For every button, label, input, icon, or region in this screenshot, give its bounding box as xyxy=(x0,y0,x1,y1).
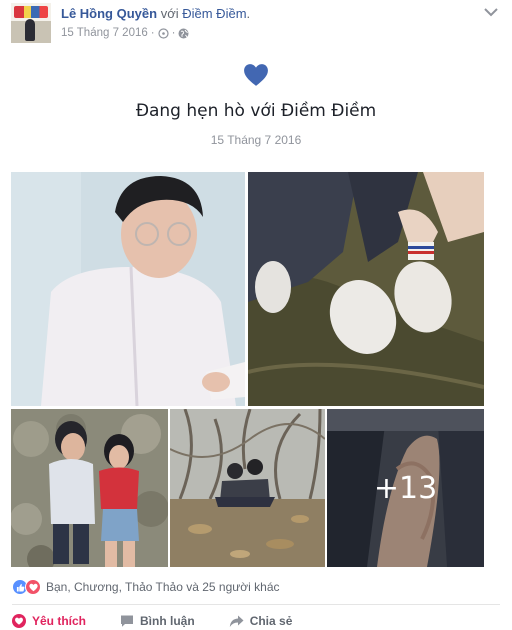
photo-man-reading[interactable] xyxy=(11,172,245,406)
with-text: với xyxy=(160,6,179,21)
share-button-label: Chia sẻ xyxy=(249,614,293,628)
more-photos-count: +13 xyxy=(373,470,438,506)
photo-sneakers-grass[interactable] xyxy=(248,172,484,406)
tagged-friend-link[interactable]: Điềm Điềm xyxy=(182,6,246,21)
comment-button-label: Bình luận xyxy=(140,614,195,628)
life-event-title: Đang hẹn hò với Điềm Điềm xyxy=(135,101,377,121)
photo-holding-hands[interactable]: +13 xyxy=(327,409,484,567)
post-header: Lê Hồng Quyền với Điềm Điềm. 15 Tháng 7 … xyxy=(11,3,501,45)
comment-button[interactable]: Bình luận xyxy=(120,614,195,628)
photo-couple-standing[interactable] xyxy=(11,409,168,567)
avatar-person xyxy=(25,19,35,41)
edit-history-icon[interactable] xyxy=(158,27,169,39)
action-divider xyxy=(12,604,500,605)
life-event-date: 15 Tháng 7 2016 xyxy=(210,133,302,147)
globe-icon[interactable] xyxy=(178,28,189,39)
life-event: Đang hẹn hò với Điềm Điềm 15 Tháng 7 201… xyxy=(0,62,512,147)
share-button[interactable]: Chia sẻ xyxy=(229,614,293,628)
tagged-suffix: . xyxy=(246,6,251,21)
action-bar: Yêu thích Bình luận Chia sẻ xyxy=(12,612,326,630)
love-button[interactable]: Yêu thích xyxy=(12,614,86,628)
meta-separator: · xyxy=(150,27,155,39)
meta-separator-2: · xyxy=(171,27,176,39)
reaction-summary-text[interactable]: Bạn, Chương, Thảo Thảo và 25 người khác xyxy=(46,580,280,594)
share-icon xyxy=(229,615,244,627)
love-button-icon xyxy=(12,614,26,628)
reaction-summary[interactable]: Bạn, Chương, Thảo Thảo và 25 người khác xyxy=(12,578,280,596)
author-name-link[interactable]: Lê Hồng Quyền xyxy=(61,6,157,21)
avatar-banner xyxy=(14,6,48,18)
post-meta: 15 Tháng 7 2016 · · xyxy=(61,27,189,39)
comment-icon xyxy=(121,615,134,627)
photo-grid: +13 xyxy=(11,172,484,567)
love-icon xyxy=(25,579,41,595)
more-photos-overlay[interactable]: +13 xyxy=(327,409,484,567)
love-button-label: Yêu thích xyxy=(32,614,87,628)
author-avatar[interactable] xyxy=(11,3,51,43)
author-line: Lê Hồng Quyền với Điềm Điềm. xyxy=(61,6,250,21)
post-timestamp[interactable]: 15 Tháng 7 2016 xyxy=(61,27,148,39)
photo-couple-sitting-woods[interactable] xyxy=(170,409,325,567)
chevron-down-icon[interactable] xyxy=(483,5,499,19)
heart-icon xyxy=(244,64,268,86)
